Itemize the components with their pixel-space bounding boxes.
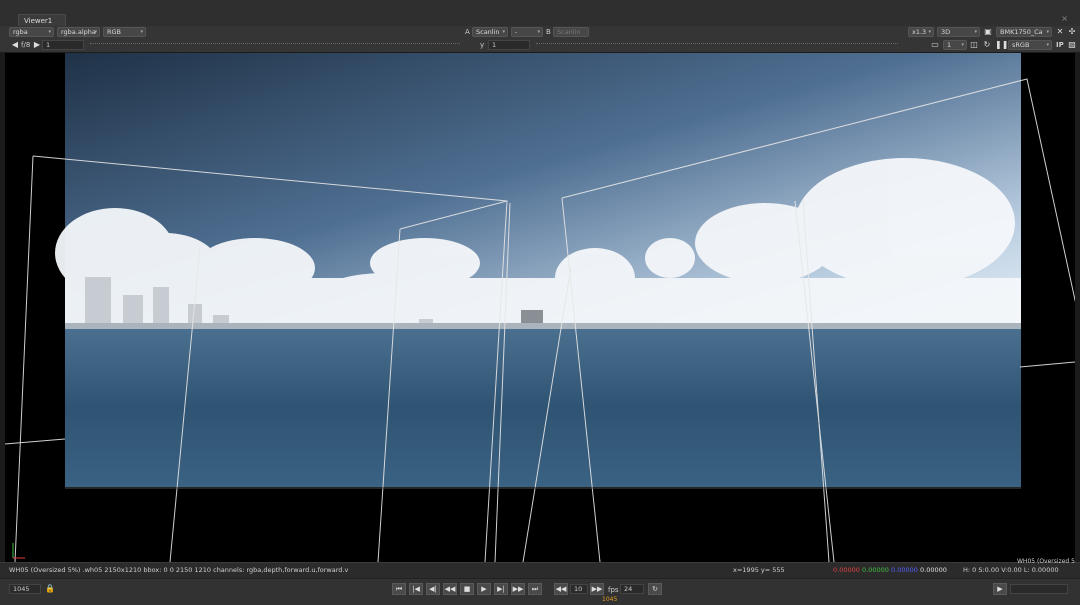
fstop-label: f/8 <box>21 41 31 49</box>
blue-value: 0.00000 <box>891 566 918 574</box>
view-mode-dropdown[interactable]: 3D ▾ <box>937 27 980 37</box>
skip-increment-input[interactable]: 10 <box>570 584 588 594</box>
grid-icon[interactable]: ▨ <box>1067 40 1077 50</box>
playback-bar: 1045 🔒 ⏮ |◀ ◀| ◀◀ ■ ▶ ▶| ▶▶ ⏭ ◀◀ 10 ▶▶ fps 24 ↻ … <box>0 578 1080 605</box>
loop-icon[interactable]: ↻ <box>648 583 662 595</box>
viewer-image <box>5 53 1075 562</box>
compare-mode-dropdown[interactable]: - ▾ <box>511 27 543 37</box>
alpha-value: 0.00000 <box>920 566 947 574</box>
input-a-dropdown[interactable]: Scanlin ▾ <box>472 27 508 37</box>
skip-back-button[interactable]: ◀◀ <box>554 583 568 595</box>
stop-button[interactable]: ■ <box>460 583 474 595</box>
format-info: WH05 (Oversized 5%) .wh05 2150x1210 bbox… <box>9 566 349 574</box>
zoom-dropdown[interactable]: x1.3 ▾ <box>908 27 934 37</box>
next-keyframe-button[interactable]: ▶▶ <box>511 583 525 595</box>
viewer-canvas[interactable] <box>5 53 1075 562</box>
flipbook-button[interactable]: ▶ <box>993 583 1007 595</box>
settings-icon[interactable]: ✣ <box>1067 27 1077 37</box>
red-value: 0.00000 <box>833 566 860 574</box>
gain-slider[interactable] <box>90 43 460 49</box>
lut-dropdown[interactable]: sRGB ▾ <box>1008 40 1052 50</box>
timeline-range-field[interactable] <box>1010 584 1068 594</box>
gamma-input[interactable]: 1 <box>488 40 530 50</box>
gain-input[interactable]: 1 <box>42 40 84 50</box>
increase-fstop-icon[interactable]: ▶ <box>32 40 42 50</box>
close-icon[interactable]: × <box>1061 14 1068 23</box>
camera-icon[interactable]: ▣ <box>983 27 993 37</box>
timeline-frame-marker: 1045 <box>602 596 618 603</box>
skip-forward-button[interactable]: ▶▶ <box>590 583 604 595</box>
input-b-label: B <box>546 28 551 36</box>
transform-handle-icon[interactable]: ✕ <box>1055 27 1065 37</box>
input-process-label[interactable]: IP <box>1056 41 1064 49</box>
pixel-coords: x=1995 y= 555 <box>733 566 785 574</box>
prev-keyframe-button[interactable]: |◀ <box>409 583 423 595</box>
first-frame-button[interactable]: ⏮ <box>392 583 406 595</box>
prev-frame-button[interactable]: ◀| <box>426 583 440 595</box>
input-a-label: A <box>465 28 470 36</box>
play-backward-button[interactable]: ◀◀ <box>443 583 457 595</box>
next-frame-button[interactable]: ▶| <box>494 583 508 595</box>
last-frame-button[interactable]: ⏭ <box>528 583 542 595</box>
tab-viewer1[interactable]: Viewer1 <box>18 14 66 26</box>
current-frame-input[interactable]: 1045 <box>9 584 41 594</box>
decrease-fstop-icon[interactable]: ◀ <box>10 40 20 50</box>
display-channels-dropdown[interactable]: RGB ▾ <box>103 27 146 37</box>
refresh-icon[interactable]: ↻ <box>982 40 992 50</box>
alpha-channel-dropdown[interactable]: rgba.alpha ▾ <box>57 27 100 37</box>
camera-dropdown[interactable]: BMK1750_Ca ▾ <box>996 27 1052 37</box>
viewer-toolbar-top: rgba ▾ rgba.alpha ▾ RGB ▾ A Scanlin ▾ - ▾ B S… <box>0 26 1080 39</box>
viewer-tab-bar: Viewer1 × <box>0 0 1080 27</box>
channels-dropdown[interactable]: rgba ▾ <box>9 27 54 37</box>
proxy-dropdown[interactable]: 1 ▾ <box>943 40 967 50</box>
viewer-toolbar-bottom: ◀ f/8 ▶ 1 y 1 ▭ 1 ▾ ◫ ↻ ❚❚ sRGB ▾ IP ▨ <box>0 39 1080 53</box>
fps-label: fps <box>608 586 619 594</box>
sea <box>65 329 1021 487</box>
input-b-dropdown[interactable]: Scanlin <box>553 27 589 37</box>
roi-icon[interactable]: ◫ <box>969 40 979 50</box>
fps-input[interactable]: 24 <box>620 584 644 594</box>
proxy-icon[interactable]: ▭ <box>930 40 940 50</box>
format-overlay-label: WH05 (Oversized 5 <box>1017 558 1075 565</box>
play-forward-button[interactable]: ▶ <box>477 583 491 595</box>
viewer-status-bar: WH05 (Oversized 5%) .wh05 2150x1210 bbox… <box>0 558 1080 578</box>
lock-icon[interactable]: 🔒 <box>45 584 55 594</box>
gamma-label: y <box>480 41 485 49</box>
green-value: 0.00000 <box>862 566 889 574</box>
gamma-slider[interactable] <box>536 43 898 49</box>
pause-icon[interactable]: ❚❚ <box>995 40 1008 50</box>
